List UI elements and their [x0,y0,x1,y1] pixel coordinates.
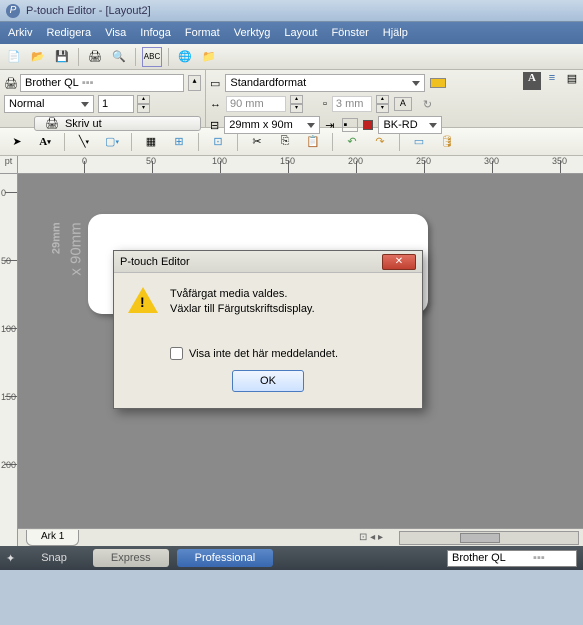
tape-icon: ⊟ [210,119,219,132]
table-tool[interactable]: ▦ [140,131,162,153]
properties-bar: 🖨 Brother QL ▪▪▪ ▴ Normal 1 ▴▾ 🖨 Skriv u… [0,70,583,128]
separator [135,48,136,66]
width-icon: ↔ [210,98,221,110]
text-button[interactable]: ABC [142,47,162,67]
feed-icon[interactable]: ⇥ [325,119,334,132]
save-button[interactable]: 💾 [52,47,72,67]
paper-icon: ▭ [210,77,220,90]
quality-select[interactable]: Normal [4,95,94,113]
sheet-tab[interactable]: Ark 1 [26,530,79,546]
title-bar: P P-touch Editor - [Layout2] [0,0,583,22]
label-dimensions: 29mm x 90mm [47,222,87,275]
align-panel-btn[interactable]: ≡ [543,72,561,90]
landscape-icon[interactable] [430,78,446,88]
dialog-title: P-touch Editor [120,256,190,268]
nav-icons[interactable]: ⊡ ◂ ▸ [359,532,383,543]
preview-button[interactable]: 🔍 [109,47,129,67]
printer-icon: 🖨 [4,77,16,89]
rect-tool[interactable]: ▢▾ [101,131,123,153]
line-tool[interactable]: ╲▾ [73,131,95,153]
dialog-titlebar: P-touch Editor ✕ [114,251,422,273]
format-select[interactable]: Standardformat [225,74,425,92]
width-field[interactable]: 90 mm [226,96,286,112]
media-select[interactable]: 29mm x 90m [224,116,320,134]
menu-bar: Arkiv Redigera Visa Infoga Format Verkty… [0,22,583,44]
horizontal-ruler: 0 50 100 150 200 250 300 350 [18,156,583,174]
open-button[interactable]: 📂 [28,47,48,67]
dialog-close-button[interactable]: ✕ [382,254,416,270]
menu-redigera[interactable]: Redigera [46,27,91,39]
copies-spinner[interactable]: ▴▾ [137,95,150,113]
dont-show-checkbox[interactable] [170,347,183,360]
prev-printer[interactable]: ▴ [188,75,201,91]
main-toolbar: 📄 📂 💾 🖨 🔍 ABC 🌐 📁 [0,44,583,70]
copies-input[interactable]: 1 [98,95,134,113]
menu-hjalp[interactable]: Hjälp [383,27,408,39]
ruler-unit: pt [0,156,18,174]
ok-button[interactable]: OK [232,370,304,392]
mode-professional[interactable]: Professional [177,549,274,567]
dialog: P-touch Editor ✕ Tvåfärgat media valdes.… [113,250,423,409]
print-icon: 🖨 [45,117,59,130]
red-swatch [363,120,373,130]
vertical-ruler: 0 50 100 150 200 [0,174,18,546]
rotate-icon[interactable]: ↻ [423,98,432,111]
dialog-message: Tvåfärgat media valdes. Växlar till Färg… [170,287,315,317]
margin-spin[interactable]: ▴▾ [376,95,389,113]
align-tool[interactable]: ⊞ [168,131,190,153]
transfer-button[interactable]: 🌐 [175,47,195,67]
menu-format[interactable]: Format [185,27,220,39]
pointer-tool[interactable]: ➤ [6,131,28,153]
window-title: P-touch Editor - [Layout2] [26,5,151,17]
margin-field[interactable]: 3 mm [332,96,372,112]
snap-icon: ✦ [6,552,15,565]
font-panel-btn[interactable]: A [523,72,541,90]
margin-icon: ▫ [323,98,327,110]
width-spin[interactable]: ▴▾ [290,95,303,113]
folder-button[interactable]: 📁 [199,47,219,67]
menu-visa[interactable]: Visa [105,27,126,39]
separator [168,48,169,66]
print-btn[interactable]: 🖨 Skriv ut [34,116,201,131]
mode-express[interactable]: Express [93,549,169,567]
menu-arkiv[interactable]: Arkiv [8,27,32,39]
dont-show-label: Visa inte det här meddelandet. [189,348,338,360]
app-icon: P [6,4,20,18]
new-button[interactable]: 📄 [4,47,24,67]
status-bar: ✦ Snap Express Professional Brother QL▪▪… [0,546,583,570]
color-select[interactable]: BK-RD [378,116,442,134]
text-tool[interactable]: A▾ [34,131,56,153]
menu-fonster[interactable]: Fönster [331,27,368,39]
menu-infoga[interactable]: Infoga [140,27,171,39]
horizontal-scrollbar[interactable] [399,531,579,545]
warning-icon [128,287,158,315]
text-a-icon[interactable]: A [394,97,412,111]
more-panel-btn[interactable]: ▤ [563,72,581,90]
menu-layout[interactable]: Layout [284,27,317,39]
printer-name-field[interactable]: Brother QL ▪▪▪ [20,74,184,92]
sheet-tabs-bar: Ark 1 ⊡ ◂ ▸ [18,528,583,546]
color-swatch[interactable]: ▪ [342,118,358,132]
menu-verktyg[interactable]: Verktyg [234,27,271,39]
status-printer-select[interactable]: Brother QL▪▪▪ [447,550,577,567]
print-button[interactable]: 🖨 [85,47,105,67]
separator [78,48,79,66]
mode-snap[interactable]: Snap [23,549,85,567]
